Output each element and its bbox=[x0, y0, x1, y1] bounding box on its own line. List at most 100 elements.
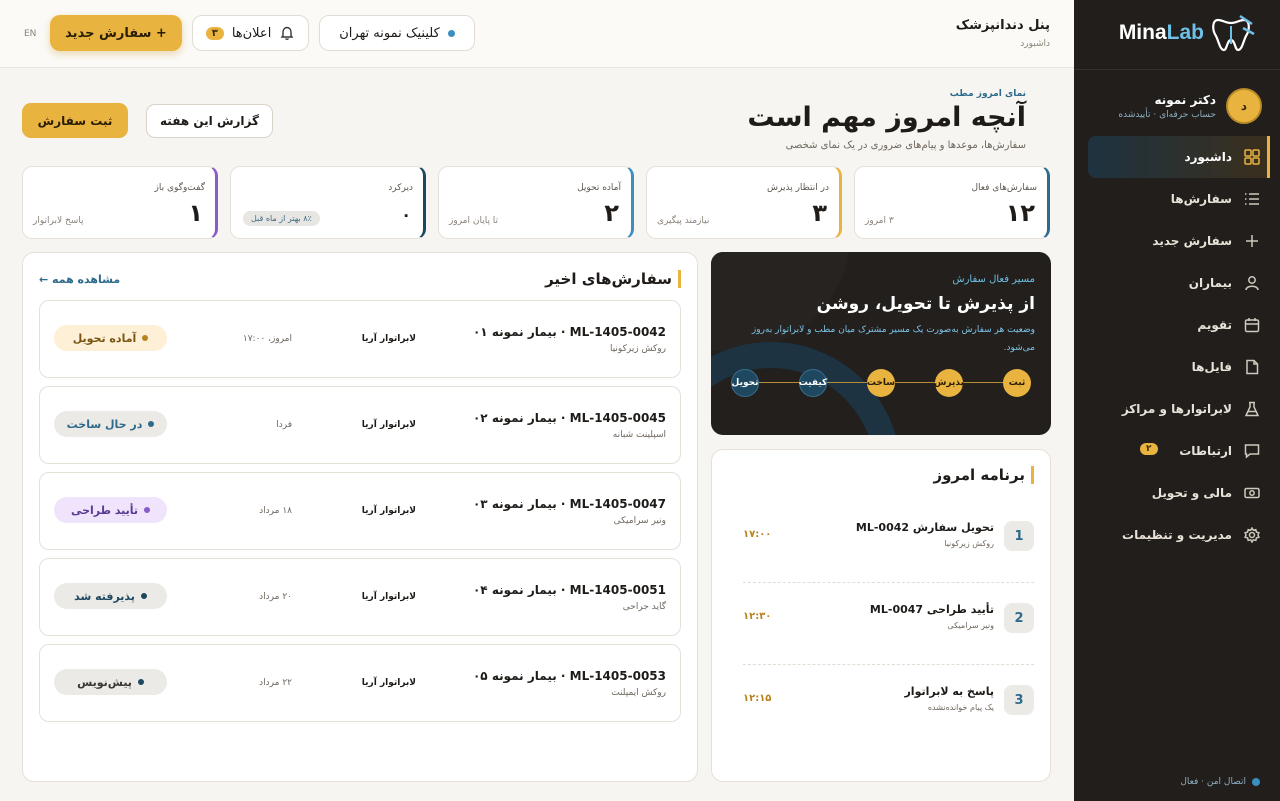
sidebar-item-label: فایل‌ها bbox=[1191, 360, 1232, 374]
order-code: ML-1405-0042 · بیمار نمونه ۰۱ bbox=[472, 325, 666, 339]
order-code: ML-1405-0051 · بیمار نمونه ۰۴ bbox=[472, 583, 666, 597]
status-text: پذیرفته شد bbox=[74, 589, 135, 603]
order-date: فردا bbox=[276, 420, 292, 430]
stat-card-ready[interactable]: آماده تحویل ۲ تا پایان امروز bbox=[438, 166, 634, 239]
order-row[interactable]: ML-1405-0042 · بیمار نمونه ۰۱ روکش زیرکو… bbox=[39, 300, 681, 378]
schedule-item-title: تأیید طراحی ML-0047 bbox=[869, 603, 994, 616]
stat-sub: نیازمند پیگیری bbox=[657, 216, 710, 226]
order-date: ۱۸ مرداد bbox=[259, 506, 292, 516]
see-all-link[interactable]: مشاهده همه ← bbox=[39, 273, 120, 286]
brand-name: MinaLab bbox=[1118, 21, 1204, 44]
clinic-selector[interactable]: کلینیک نمونه تهران bbox=[319, 15, 475, 51]
sidebar-item-label: مدیریت و تنظیمات bbox=[1122, 528, 1232, 542]
sidebar-item-label: مالی و تحویل bbox=[1151, 486, 1232, 500]
order-lab: لابراتوار آریا bbox=[361, 420, 416, 430]
sidebar-item-label: سفارش جدید bbox=[1152, 234, 1232, 248]
stat-value: ۰ bbox=[401, 205, 411, 224]
status-badge: آماده تحویل bbox=[54, 325, 167, 351]
sidebar-item-labs[interactable]: لابراتوارها و مراکز bbox=[1074, 388, 1280, 430]
sidebar-item-orders[interactable]: سفارش‌ها bbox=[1074, 178, 1280, 220]
sidebar-item-calendar[interactable]: تقویم bbox=[1074, 304, 1280, 346]
schedule-item[interactable]: 3 پاسخ به لابراتوار یک پیام خوانده‌نشده … bbox=[743, 665, 1034, 747]
order-type: روکش ایمپلنت bbox=[611, 688, 666, 698]
order-lab: لابراتوار آریا bbox=[361, 592, 416, 602]
status-text: پیش‌نویس bbox=[77, 675, 132, 689]
sidebar-item-settings[interactable]: مدیریت و تنظیمات bbox=[1074, 514, 1280, 556]
status-text: آماده تحویل bbox=[72, 331, 137, 345]
order-lab: لابراتوار آریا bbox=[361, 334, 416, 344]
submit-order-button[interactable]: ثبت سفارش bbox=[22, 103, 128, 138]
schedule-item-sub: یک پیام خوانده‌نشده bbox=[927, 703, 994, 712]
grid-icon bbox=[1244, 149, 1260, 165]
order-row[interactable]: ML-1405-0045 · بیمار نمونه ۰۲ اسپلینت شب… bbox=[39, 386, 681, 464]
stat-sub: ۳ امروز bbox=[865, 216, 894, 226]
sidebar: MinaLab د دکتر نمونه حساب حرفه‌ای · تأیی… bbox=[1074, 0, 1280, 801]
stat-card-active-orders[interactable]: سفارش‌های فعال ۱۲ ۳ امروز bbox=[854, 166, 1050, 239]
page-title: آنچه امروز مهم است bbox=[747, 102, 1026, 133]
sidebar-item-label: بیماران bbox=[1188, 276, 1232, 290]
sidebar-item-label: لابراتوارها و مراکز bbox=[1121, 402, 1232, 416]
schedule-number: 1 bbox=[1004, 521, 1034, 551]
order-row[interactable]: ML-1405-0047 · بیمار نمونه ۰۳ ونیر سرامی… bbox=[39, 472, 681, 550]
notifications-button[interactable]: اعلان‌ها ۳ bbox=[192, 15, 309, 51]
order-date: امروز، ۱۷:۰۰ bbox=[242, 334, 292, 344]
flask-icon bbox=[1244, 401, 1260, 417]
gear-icon bbox=[1244, 527, 1260, 543]
stat-card-pending[interactable]: در انتظار پذیرش ۳ نیازمند پیگیری bbox=[646, 166, 842, 239]
language-toggle[interactable]: EN bbox=[24, 29, 36, 39]
schedule-item-title: پاسخ به لابراتوار bbox=[904, 685, 994, 698]
clinic-status-dot bbox=[447, 29, 455, 37]
journey-step: پذیرش bbox=[934, 369, 964, 397]
order-date: ۲۰ مرداد bbox=[259, 592, 292, 602]
stat-value: ۳ bbox=[812, 199, 827, 227]
journey-step: کیفیت bbox=[799, 369, 827, 397]
stat-value: ۲ bbox=[604, 199, 619, 227]
notifications-count-badge: ۳ bbox=[205, 26, 224, 40]
order-row[interactable]: ML-1405-0051 · بیمار نمونه ۰۴ گاید جراحی… bbox=[39, 558, 681, 636]
weekly-report-button[interactable]: گزارش این هفته bbox=[146, 104, 273, 138]
stat-value: ۱ bbox=[188, 199, 203, 227]
status-dot bbox=[144, 507, 151, 513]
profile-status: حساب حرفه‌ای · تأییدشده bbox=[1118, 109, 1216, 120]
new-order-button[interactable]: + سفارش جدید bbox=[50, 15, 182, 51]
avatar[interactable]: د bbox=[1226, 88, 1262, 124]
order-code: ML-1405-0045 · بیمار نمونه ۰۲ bbox=[472, 411, 666, 425]
list-icon bbox=[1244, 191, 1260, 207]
order-date: ۲۲ مرداد bbox=[259, 678, 292, 688]
schedule-time: ۱۲:۳۰ bbox=[743, 611, 772, 622]
recent-orders-card: سفارش‌های اخیر مشاهده همه ← ML-1405-0042… bbox=[22, 252, 698, 782]
order-code: ML-1405-0053 · بیمار نمونه ۰۵ bbox=[472, 669, 666, 683]
sidebar-item-messages[interactable]: ارتباطات ۲ bbox=[1074, 430, 1280, 472]
sidebar-item-finance[interactable]: مالی و تحویل bbox=[1074, 472, 1280, 514]
schedule-item[interactable]: 2 تأیید طراحی ML-0047 ونیر سرامیکی ۱۲:۳۰ bbox=[743, 583, 1034, 665]
today-schedule-card: برنامه امروز 1 تحویل سفارش ML-0042 روکش … bbox=[711, 449, 1051, 782]
file-icon bbox=[1244, 359, 1260, 375]
sidebar-item-label: تقویم bbox=[1197, 318, 1232, 332]
calendar-icon bbox=[1244, 317, 1260, 333]
stat-card-open-chats[interactable]: گفت‌وگوی باز ۱ پاسخ لابراتوار bbox=[22, 166, 218, 239]
tooth-logo-icon bbox=[1212, 14, 1255, 52]
sidebar-item-dashboard[interactable]: داشبورد bbox=[1088, 136, 1270, 178]
schedule-item[interactable]: 1 تحویل سفارش ML-0042 روکش زیرکونیا ۱۷:۰… bbox=[743, 501, 1034, 583]
order-type: اسپلینت شبانه bbox=[612, 430, 666, 440]
sidebar-item-new-order[interactable]: سفارش جدید bbox=[1074, 220, 1280, 262]
status-text: در حال ساخت bbox=[66, 417, 143, 431]
status-badge: در حال ساخت bbox=[54, 411, 167, 437]
stat-card-overdue[interactable]: دیرکرد ۰ ۸٪ بهتر از ماه قبل bbox=[230, 166, 426, 239]
stat-label: گفت‌وگوی باز bbox=[154, 183, 205, 193]
plus-icon bbox=[1244, 233, 1260, 249]
status-badge: پیش‌نویس bbox=[54, 669, 167, 695]
order-row[interactable]: ML-1405-0053 · بیمار نمونه ۰۵ روکش ایمپل… bbox=[39, 644, 681, 722]
sidebar-nav: داشبورد سفارش‌ها سفارش جدید بیماران تقوی… bbox=[1074, 136, 1280, 556]
brand-logo[interactable]: MinaLab bbox=[1119, 14, 1256, 52]
status-dot bbox=[148, 421, 155, 427]
sidebar-item-patients[interactable]: بیماران bbox=[1074, 262, 1280, 304]
page-subtitle: سفارش‌ها، موعدها و پیام‌های ضروری در یک … bbox=[785, 140, 1026, 151]
status-dot bbox=[137, 679, 144, 685]
order-lab: لابراتوار آریا bbox=[361, 678, 416, 688]
sidebar-item-files[interactable]: فایل‌ها bbox=[1074, 346, 1280, 388]
profile-card[interactable]: د دکتر نمونه حساب حرفه‌ای · تأییدشده bbox=[1118, 88, 1262, 124]
schedule-item-title: تحویل سفارش ML-0042 bbox=[855, 521, 994, 534]
stat-sub: پاسخ لابراتوار bbox=[33, 216, 84, 226]
order-type: ونیر سرامیکی bbox=[613, 516, 666, 526]
